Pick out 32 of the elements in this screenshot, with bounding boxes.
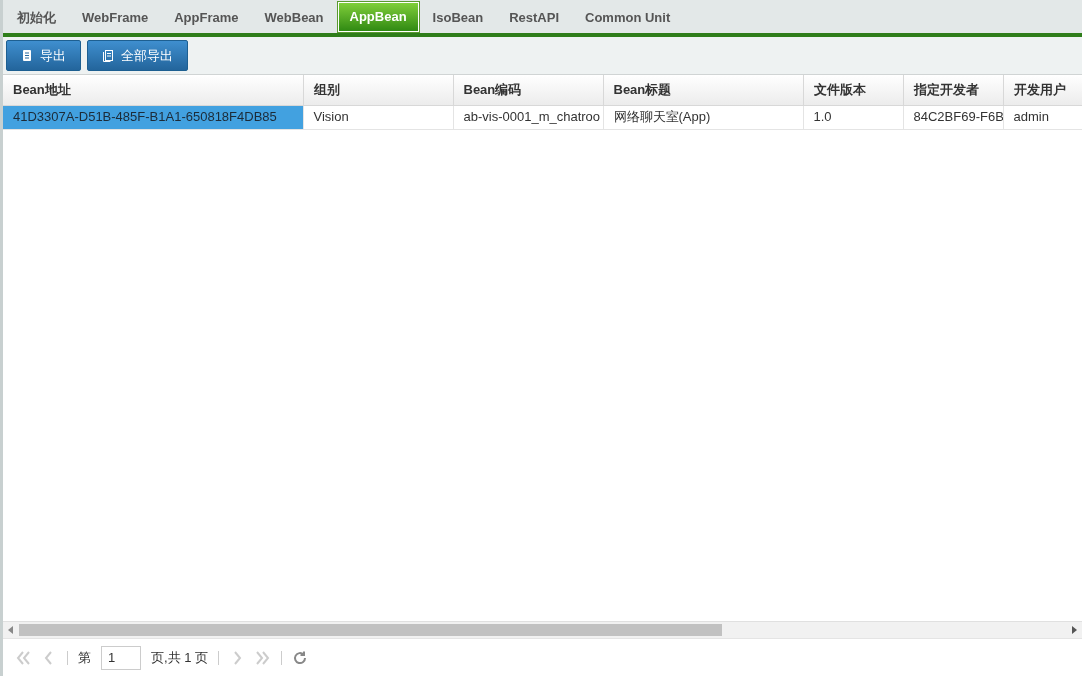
tab[interactable]: AppFrame [162, 2, 251, 33]
document-icon [21, 49, 33, 62]
refresh-icon[interactable] [292, 649, 309, 666]
column-header[interactable]: Bean地址 [3, 75, 303, 105]
column-header[interactable]: 开发用户 [1003, 75, 1082, 105]
page-label: 第 [78, 648, 91, 667]
tab[interactable]: 初始化 [5, 2, 68, 33]
table-cell: 41D3307A-D51B-485F-B1A1-650818F4DB85 [3, 105, 303, 129]
document-icon [102, 49, 114, 62]
scroll-right-icon[interactable] [1071, 626, 1077, 634]
table-cell: Vision [303, 105, 453, 129]
tab[interactable]: Common Unit [573, 2, 683, 33]
page-total: 页,共 1 页 [151, 648, 209, 667]
column-header[interactable]: Bean编码 [453, 75, 603, 105]
table-cell: ab-vis-0001_m_chatroo [453, 105, 603, 129]
first-page-icon[interactable] [15, 649, 31, 666]
tab[interactable]: WebBean [252, 2, 336, 33]
tab[interactable]: IsoBean [420, 2, 496, 33]
column-header[interactable]: 指定开发者 [903, 75, 1003, 105]
column-header[interactable]: Bean标题 [603, 75, 803, 105]
table-cell: 1.0 [803, 105, 903, 129]
tab[interactable]: RestAPI [497, 2, 572, 33]
last-page-icon[interactable] [255, 649, 272, 666]
column-header[interactable]: 组别 [303, 75, 453, 105]
tab[interactable]: WebFrame [70, 2, 161, 33]
page-input[interactable]: 1 [101, 645, 141, 670]
column-header[interactable]: 文件版本 [803, 75, 903, 105]
table-cell: 网络聊天室(App) [603, 105, 803, 129]
scroll-left-icon[interactable] [8, 626, 14, 634]
scrollbar-thumb[interactable] [19, 624, 722, 636]
export-button[interactable]: 导出 [6, 40, 81, 71]
export-button[interactable]: 全部导出 [87, 40, 188, 71]
